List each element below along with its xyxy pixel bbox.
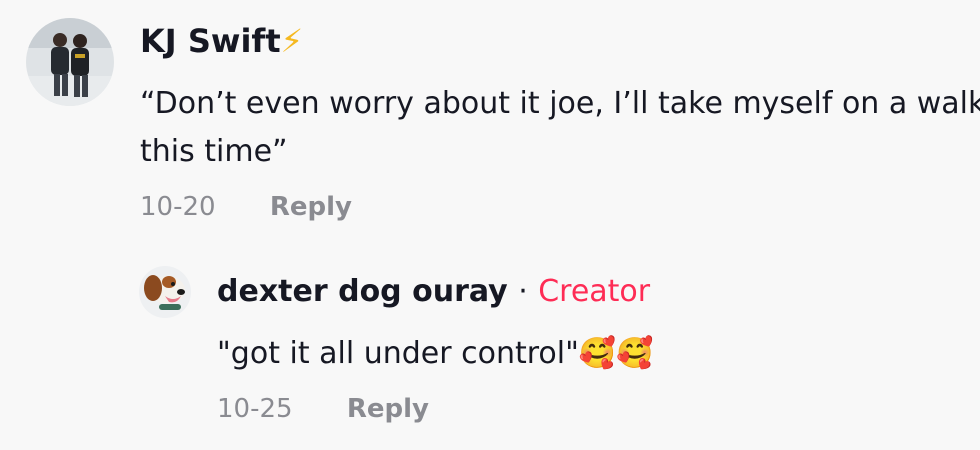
reply-meta: 10-25 Reply	[217, 394, 429, 424]
reply-text-content: "got it all under control"	[217, 336, 579, 371]
username-text: KJ Swift	[140, 22, 281, 60]
comment-username[interactable]: KJ Swift⚡	[140, 22, 303, 60]
comment-text-line-2: this time”	[140, 134, 288, 169]
avatar[interactable]	[26, 18, 114, 106]
comment-date: 10-20	[140, 192, 216, 222]
separator-dot: ·	[518, 274, 528, 309]
comment-meta: 10-20 Reply	[140, 192, 352, 222]
reply-date: 10-25	[217, 394, 293, 424]
reply-button[interactable]: Reply	[270, 192, 352, 222]
reply-username-row: dexter dog ouray · Creator	[217, 274, 650, 309]
lightning-bolt-icon: ⚡	[280, 22, 304, 60]
comment-item: KJ Swift⚡ “Don’t even worry about it joe…	[0, 0, 980, 240]
smiling-face-with-hearts-icon: 🥰🥰	[578, 336, 654, 371]
reply-comment-item: dexter dog ouray · Creator "got it all u…	[0, 250, 980, 450]
creator-badge: Creator	[538, 274, 651, 309]
reply-username[interactable]: dexter dog ouray	[217, 274, 508, 309]
reply-text: "got it all under control"🥰🥰	[217, 326, 654, 382]
avatar[interactable]	[139, 266, 191, 318]
reply-button[interactable]: Reply	[347, 394, 429, 424]
